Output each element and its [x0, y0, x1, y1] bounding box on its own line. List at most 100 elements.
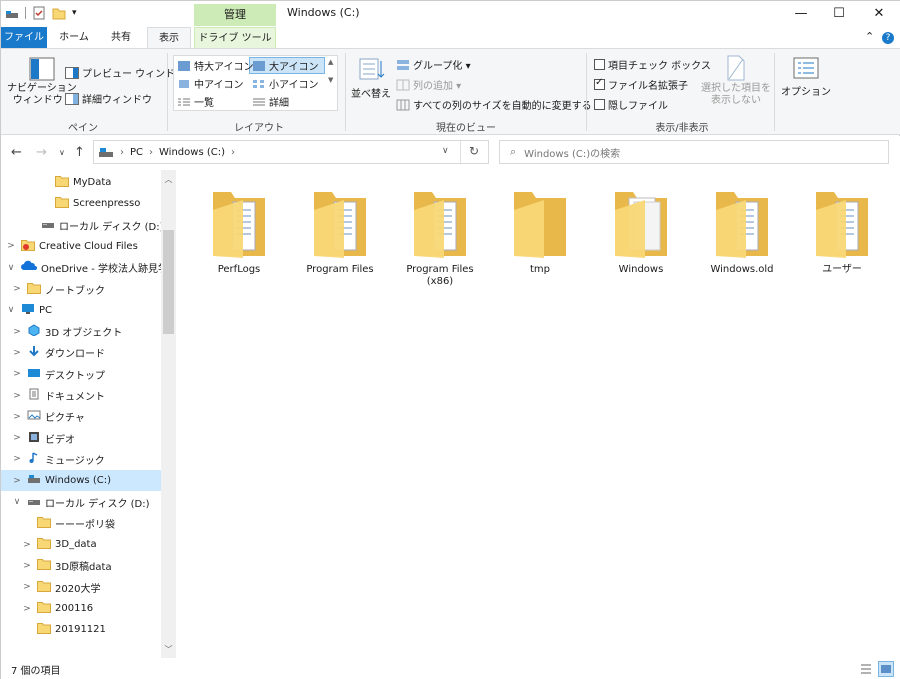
expand-chevron-icon[interactable]: >	[11, 391, 23, 401]
tree-item[interactable]: > ピクチャ	[1, 406, 161, 427]
tree-item[interactable]: > ビデオ	[1, 428, 161, 449]
tree-item[interactable]: > ノートブック	[1, 279, 161, 300]
tree-item[interactable]: ∨ OneDrive - 学校法人跡見学	[1, 257, 168, 278]
minimize-button[interactable]: —	[781, 1, 821, 25]
tree-item[interactable]: Screenpresso	[1, 193, 161, 214]
add-column-button[interactable]: 列の追加 ▾	[396, 77, 461, 92]
hide-selected-button[interactable]: 選択した項目を 表示しない	[701, 55, 771, 107]
nav-pane-scrollbar[interactable]: ︿ ﹀	[161, 170, 176, 658]
customize-qat-icon[interactable]: ▾	[72, 8, 77, 18]
layout-extra-large-icons[interactable]: 特大アイコン	[177, 58, 254, 73]
tab-share[interactable]: 共有	[101, 27, 141, 48]
large-icons-view-button[interactable]	[878, 661, 894, 677]
tree-item[interactable]: ローカル ディスク (D:)	[1, 215, 164, 236]
tree-item[interactable]: ∨ PC	[1, 300, 161, 321]
tab-home[interactable]: ホーム	[53, 27, 95, 48]
options-button[interactable]: オプション	[781, 57, 831, 98]
expand-chevron-icon[interactable]: >	[11, 454, 23, 464]
collapse-ribbon-icon[interactable]: ⌃	[865, 30, 874, 43]
tree-item[interactable]: >200116	[1, 598, 161, 619]
tab-drive-tools[interactable]: ドライブ ツール	[194, 27, 276, 48]
folder-item[interactable]: Program Files	[297, 188, 383, 276]
item-checkboxes-checkbox[interactable]	[594, 59, 605, 70]
tree-item[interactable]: >3D_data	[1, 534, 161, 555]
collapse-chevron-icon[interactable]: ∨	[5, 263, 17, 273]
group-by-button[interactable]: グループ化 ▾	[396, 57, 471, 72]
size-all-columns-button[interactable]: すべての列のサイズを自動的に変更する	[396, 97, 592, 112]
collapse-chevron-icon[interactable]: ∨	[5, 305, 17, 315]
hidden-items-label: 隠しファイル	[608, 101, 668, 112]
expand-chevron-icon[interactable]: >	[21, 582, 33, 592]
layout-scroll-up-icon[interactable]: ▲	[328, 58, 333, 66]
breadcrumb-pc[interactable]: PC	[130, 147, 143, 158]
tree-item[interactable]: >3D オブジェクト	[1, 321, 161, 342]
properties-icon[interactable]	[32, 6, 46, 20]
breadcrumb-windows-c[interactable]: Windows (C:)	[159, 147, 225, 158]
back-arrow-icon[interactable]: ←	[11, 145, 22, 160]
hidden-items-toggle[interactable]: 隠しファイル	[594, 97, 668, 112]
tree-item[interactable]: >2020大学	[1, 577, 161, 598]
help-icon[interactable]: ?	[882, 30, 894, 44]
maximize-button[interactable]: ☐	[819, 1, 859, 25]
tree-item[interactable]: > ドキュメント	[1, 385, 161, 406]
expand-chevron-icon[interactable]: >	[11, 327, 23, 337]
tree-item[interactable]: > ダウンロード	[1, 342, 161, 363]
tree-item[interactable]: > Creative Cloud Files	[1, 236, 161, 257]
details-view-button[interactable]	[858, 661, 874, 677]
tab-file[interactable]: ファイル	[1, 27, 47, 48]
expand-chevron-icon[interactable]: >	[11, 476, 23, 486]
address-bar[interactable]: › PC › Windows (C:) › ∨ ↻	[93, 140, 489, 164]
layout-large-icons[interactable]: 大アイコン	[252, 58, 319, 73]
drive-icon[interactable]	[5, 6, 19, 20]
search-box[interactable]: ⌕ Windows (C:)の検索	[499, 140, 889, 164]
layout-scroll-down-icon[interactable]: ▼	[328, 76, 333, 84]
collapse-chevron-icon[interactable]: ∨	[11, 497, 23, 507]
close-button[interactable]: ✕	[859, 1, 899, 25]
details-pane-button[interactable]: 詳細ウィンドウ	[65, 91, 152, 106]
tree-item[interactable]: MyData	[1, 172, 161, 193]
folder-item[interactable]: Windows.old	[699, 188, 785, 276]
folder-item[interactable]: PerfLogs	[196, 188, 282, 276]
tab-view[interactable]: 表示	[147, 27, 191, 48]
tree-item[interactable]: > デスクトップ	[1, 364, 161, 385]
expand-chevron-icon[interactable]: >	[5, 241, 17, 251]
expand-chevron-icon[interactable]: >	[11, 369, 23, 379]
layout-details[interactable]: 詳細	[252, 94, 289, 109]
file-extensions-checkbox[interactable]	[594, 77, 605, 90]
recent-locations-icon[interactable]: ∨	[59, 148, 65, 157]
expand-chevron-icon[interactable]: >	[21, 604, 33, 614]
expand-chevron-icon[interactable]: >	[11, 412, 23, 422]
scroll-down-icon[interactable]: ﹀	[161, 644, 176, 655]
expand-chevron-icon[interactable]: >	[11, 284, 23, 294]
folder-item[interactable]: ユーザー	[799, 188, 885, 276]
refresh-icon[interactable]: ↻	[469, 144, 479, 158]
sort-by-button[interactable]: 並べ替え	[351, 57, 391, 100]
tree-item[interactable]: > Windows (C:)	[1, 470, 161, 492]
layout-list[interactable]: 一覧	[177, 94, 214, 109]
scroll-up-icon[interactable]: ︿	[161, 174, 176, 185]
expand-chevron-icon[interactable]: >	[21, 540, 33, 550]
expand-chevron-icon[interactable]: >	[11, 433, 23, 443]
address-dropdown-icon[interactable]: ∨	[442, 146, 449, 156]
layout-small-icons[interactable]: 小アイコン	[252, 76, 319, 91]
expand-chevron-icon[interactable]: >	[11, 348, 23, 358]
folder-item[interactable]: tmp	[497, 188, 583, 276]
item-checkboxes-toggle[interactable]: 項目チェック ボックス	[594, 57, 711, 72]
folder-item[interactable]: Windows	[598, 188, 684, 276]
preview-pane-label: プレビュー ウィンドウ	[82, 69, 186, 80]
new-folder-icon[interactable]	[52, 6, 66, 20]
file-extensions-toggle[interactable]: ファイル名拡張子	[594, 77, 688, 92]
forward-arrow-icon[interactable]: →	[36, 145, 47, 160]
scrollbar-thumb[interactable]	[163, 230, 174, 334]
hidden-items-checkbox[interactable]	[594, 99, 605, 110]
tree-item[interactable]: > ミュージック	[1, 449, 161, 470]
tree-item[interactable]: 20191121	[1, 619, 161, 640]
tree-item[interactable]: ーーーポリ袋	[1, 513, 161, 534]
tree-item[interactable]: >3D原稿data	[1, 555, 161, 576]
expand-chevron-icon[interactable]: >	[21, 561, 33, 571]
tree-item[interactable]: ∨ ローカル ディスク (D:)	[1, 492, 161, 513]
layout-medium-icons[interactable]: 中アイコン	[177, 76, 244, 91]
folder-item[interactable]: Program Files (x86)	[397, 188, 483, 288]
up-arrow-icon[interactable]: ↑	[74, 145, 85, 160]
layout-scroll-arrows[interactable]: ▲ ▼	[328, 58, 333, 84]
